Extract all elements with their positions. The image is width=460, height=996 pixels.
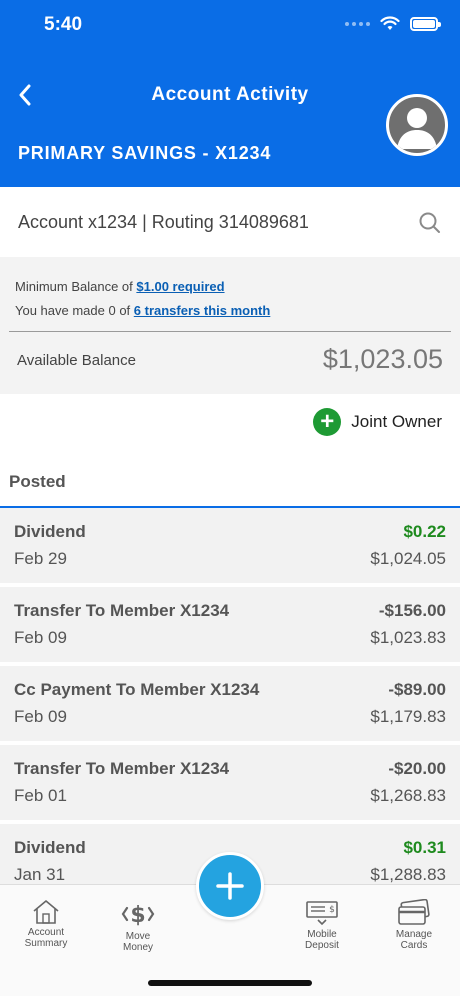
- svg-text:$: $: [329, 905, 335, 915]
- transfers-link[interactable]: 6 transfers this month: [134, 303, 271, 318]
- tab-label: Manage Cards: [395, 929, 433, 951]
- card-icon: [398, 899, 430, 925]
- tab-account-summary[interactable]: Account Summary: [6, 899, 86, 949]
- posted-section-header: Posted: [0, 456, 460, 508]
- transaction-row[interactable]: Transfer To Member X1234 Feb 01 -$20.00 …: [0, 745, 460, 820]
- transaction-description: Cc Payment To Member X1234: [14, 680, 260, 699]
- status-time: 5:40: [44, 14, 83, 35]
- user-icon: [397, 108, 437, 149]
- available-balance-value: $1,023.05: [322, 344, 443, 374]
- plus-icon: [216, 872, 244, 900]
- minimum-balance-line: Minimum Balance of $1.00 required: [15, 279, 225, 294]
- available-balance-label: Available Balance: [17, 352, 136, 369]
- house-icon: [33, 900, 59, 924]
- transaction-list: Dividend Feb 29 $0.22 $1,024.05 Transfer…: [0, 508, 460, 884]
- posted-label: Posted: [9, 472, 66, 491]
- divider: [9, 331, 451, 332]
- search-icon: [419, 212, 440, 233]
- account-routing-info: Account x1234 | Routing 314089681: [18, 212, 309, 232]
- transfers-line: You have made 0 of 6 transfers this mont…: [15, 303, 270, 318]
- transaction-balance: $1,268.83: [370, 786, 446, 805]
- signal-icon: [345, 21, 370, 26]
- transaction-date: Jan 31: [14, 865, 66, 884]
- home-indicator: [148, 980, 312, 986]
- tab-label: Mobile Deposit: [305, 929, 339, 951]
- transaction-date: Feb 01: [14, 786, 67, 805]
- transaction-description: Dividend: [14, 838, 86, 857]
- avatar[interactable]: [386, 94, 448, 156]
- tab-manage-cards[interactable]: Manage Cards: [374, 899, 454, 951]
- transaction-description: Dividend: [14, 522, 86, 541]
- status-icons: [345, 16, 441, 31]
- transaction-amount: -$20.00: [388, 759, 446, 778]
- joint-owner-label: Joint Owner: [351, 412, 442, 431]
- page-title: Account Activity: [151, 84, 309, 105]
- joint-owner-row: + Joint Owner: [0, 394, 460, 454]
- tab-move-money[interactable]: $ Move Money: [98, 899, 178, 953]
- transaction-date: Feb 09: [14, 628, 67, 647]
- header: 5:40 Account Activity PRIMARY SAVINGS - …: [0, 0, 460, 187]
- transaction-balance: $1,024.05: [370, 549, 446, 568]
- joint-owner-button[interactable]: + Joint Owner: [313, 408, 442, 436]
- svg-text:$: $: [130, 903, 145, 928]
- transaction-amount: -$156.00: [378, 601, 446, 620]
- minimum-balance-text: Minimum Balance of: [15, 279, 137, 294]
- search-button[interactable]: [418, 211, 442, 235]
- transaction-date: Feb 09: [14, 707, 67, 726]
- account-bar: Account x1234 | Routing 314089681: [0, 187, 460, 257]
- tab-label: Move Money: [122, 931, 153, 953]
- transaction-row[interactable]: Dividend Feb 29 $0.22 $1,024.05: [0, 508, 460, 583]
- transaction-balance: $1,179.83: [370, 707, 446, 726]
- wifi-icon: [380, 16, 400, 30]
- balance-info-section: Minimum Balance of $1.00 required You ha…: [0, 257, 460, 394]
- transfers-text: You have made 0 of: [15, 303, 134, 318]
- battery-icon: [410, 16, 441, 31]
- transaction-amount: -$89.00: [388, 680, 446, 699]
- add-button[interactable]: [196, 852, 264, 920]
- transaction-balance: $1,288.83: [370, 865, 446, 884]
- transaction-balance: $1,023.83: [370, 628, 446, 647]
- transaction-amount: $0.31: [403, 838, 446, 857]
- transaction-description: Transfer To Member X1234: [14, 759, 230, 778]
- transaction-row[interactable]: Cc Payment To Member X1234 Feb 09 -$89.0…: [0, 666, 460, 741]
- tab-mobile-deposit[interactable]: $ Mobile Deposit: [282, 899, 362, 951]
- check-deposit-icon: $: [306, 901, 338, 926]
- transaction-amount: $0.22: [403, 522, 446, 541]
- minimum-balance-link[interactable]: $1.00 required: [136, 279, 224, 294]
- plus-circle-icon: +: [313, 408, 342, 436]
- transaction-row[interactable]: Transfer To Member X1234 Feb 09 -$156.00…: [0, 587, 460, 662]
- dollar-arrows-icon: $: [121, 903, 155, 928]
- transaction-date: Feb 29: [14, 549, 67, 568]
- tab-label: Account Summary: [24, 927, 68, 949]
- account-name: PRIMARY SAVINGS - X1234: [18, 143, 272, 163]
- transaction-description: Transfer To Member X1234: [14, 601, 230, 620]
